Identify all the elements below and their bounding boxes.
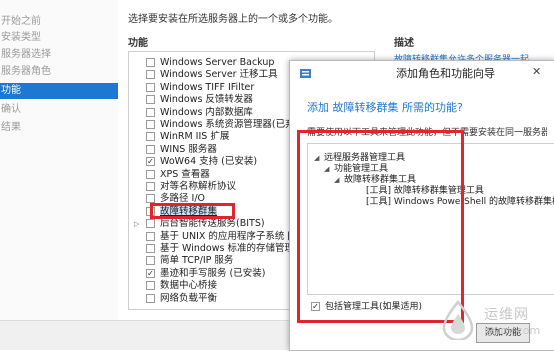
feature-label: WoW64 支持 (已安装) [160, 156, 258, 168]
feature-label: Windows 反馈转发器 [160, 94, 253, 106]
feature-checkbox[interactable] [146, 256, 155, 266]
feature-highlight-box [150, 203, 235, 219]
nav-item[interactable]: 功能 [0, 83, 118, 99]
feature-checkbox[interactable] [146, 219, 155, 229]
expand-arrow-icon[interactable]: ▷ [134, 218, 139, 230]
watermark-logo-icon [442, 300, 474, 340]
nav-item[interactable]: 确认 [0, 102, 118, 118]
nav-item[interactable]: 服务器角色 [0, 64, 118, 80]
feature-label: WINS 服务器 [160, 143, 217, 155]
feature-checkbox[interactable] [146, 182, 155, 191]
feature-label: WinRM IIS 扩展 [160, 131, 230, 143]
feature-label: Windows 系统资源管理器(已弃用) [160, 119, 308, 130]
nav-item[interactable]: 安装类型 [0, 30, 118, 46]
instruction-text: 选择要安装在所选服务器上的一个或多个功能。 [128, 14, 338, 25]
watermark-subtitle: iyunv.com [484, 324, 541, 337]
feature-checkbox[interactable] [146, 58, 155, 67]
feature-label: XPS 查看器 [160, 168, 210, 180]
watermark-title: 运维网 [484, 307, 529, 323]
feature-checkbox[interactable] [146, 82, 155, 92]
wizard-nav: 开始之前 安装类型 服务器选择 服务器角色功能确认结果 [0, 0, 118, 349]
feature-label: Windows Server Backup [160, 57, 275, 68]
nav-item[interactable]: 结果 [0, 120, 118, 136]
nav-item[interactable]: 服务器选择 [0, 47, 118, 63]
nav-item[interactable]: 开始之前 [0, 14, 118, 30]
feature-label: 简单 TCP/IP 服务 [160, 255, 234, 267]
description-heading: 描述 [394, 38, 414, 49]
feature-checkbox[interactable] [146, 132, 155, 142]
feature-checkbox[interactable] [146, 144, 155, 154]
feature-label: 数据中心桥接 [160, 280, 218, 292]
dialog-heading: 添加 故障转移群集 所需的功能? [307, 101, 463, 114]
dialog-highlight-box [297, 130, 464, 323]
features-heading: 功能 [128, 38, 148, 49]
feature-checkbox[interactable] [146, 107, 155, 117]
feature-label: Windows 内部数据库 [160, 106, 253, 118]
feature-label: 网络负载平衡 [160, 292, 218, 304]
feature-label: Windows TIFF IFilter [160, 81, 255, 93]
feature-label: 基于 Windows 标准的存储管理 [160, 243, 294, 254]
feature-checkbox[interactable] [146, 70, 155, 80]
feature-label: 对等名称解析协议 [160, 181, 237, 192]
server-manager-icon [300, 69, 311, 78]
feature-checkbox[interactable] [146, 169, 155, 179]
feature-checkbox[interactable]: ✓ [146, 157, 155, 167]
feature-label: Windows Server 迁移工具 [160, 69, 278, 81]
dialog-titlebar[interactable]: 添加角色和功能向导 ✕ [290, 61, 554, 86]
feature-label: 后台智能传送服务(BITS) [160, 218, 265, 230]
feature-checkbox[interactable] [146, 95, 155, 105]
feature-checkbox[interactable] [146, 281, 155, 291]
close-icon[interactable]: ✕ [532, 65, 541, 78]
feature-checkbox[interactable] [146, 293, 155, 303]
dialog-title: 添加角色和功能向导 [396, 67, 495, 80]
feature-checkbox[interactable] [146, 120, 155, 129]
feature-checkbox[interactable] [146, 231, 155, 241]
feature-checkbox[interactable] [146, 244, 155, 253]
feature-checkbox[interactable]: ✓ [146, 268, 155, 278]
feature-label: 墨迹和手写服务 (已安装) [160, 267, 266, 279]
